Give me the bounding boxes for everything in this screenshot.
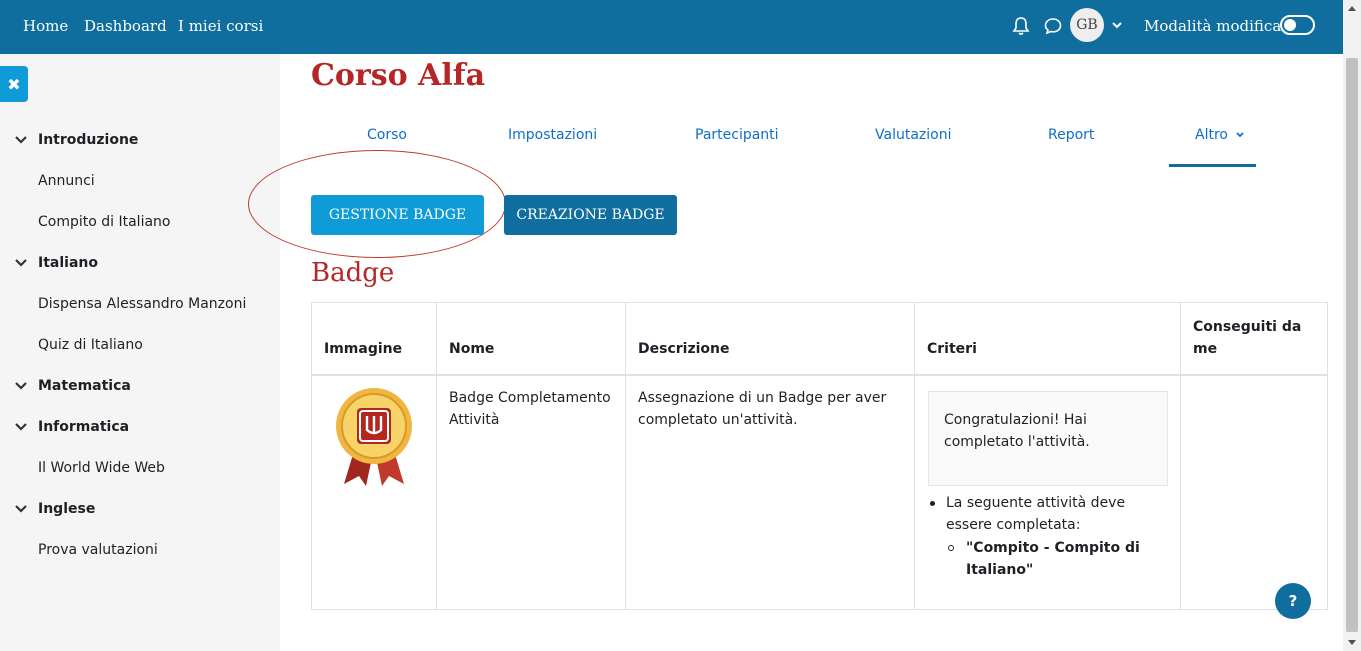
col-label: Criteri [927,341,977,357]
chevron-down-icon[interactable] [14,502,28,516]
tab-impostazioni[interactable]: Impostazioni [508,127,597,143]
page-scrollbar[interactable] [1343,0,1361,651]
course-index-sidebar: ✖ Introduzione Annunci Compito di Italia… [0,54,280,651]
badge-name-link[interactable]: Badge Completamento Attività [449,387,619,431]
list-item: "Compito - Compito di Italiano" [928,537,1148,581]
col-header-conseguiti: Conseguiti da me [1181,303,1327,374]
section-title: Informatica [38,419,130,435]
tab-partecipanti[interactable]: Partecipanti [695,127,779,143]
section-informatica[interactable]: Informatica [14,419,129,435]
section-introduzione[interactable]: Introduzione [14,132,138,148]
section-matematica[interactable]: Matematica [14,378,131,394]
chevron-down-icon[interactable] [1111,19,1123,31]
col-header-criteri: Criteri [915,303,1181,374]
criteria-list: La seguente attività deve essere complet… [928,492,1173,581]
bell-icon[interactable] [1012,16,1030,36]
tab-report[interactable]: Report [1048,127,1094,143]
active-tab-indicator [1169,164,1256,167]
nav-home-link[interactable]: Home [23,17,68,35]
bullet [930,501,935,506]
badges-table: Immagine Nome Descrizione Criteri Conseg… [311,302,1328,610]
manage-badges-button[interactable]: GESTIONE BADGE [311,195,484,235]
col-label: Conseguiti da me [1193,319,1302,357]
section-title: Introduzione [38,132,139,148]
sidebar-item-dispensa[interactable]: Dispensa Alessandro Manzoni [38,296,246,312]
sidebar-item-www[interactable]: Il World Wide Web [38,460,165,476]
scroll-thumb[interactable] [1346,58,1358,632]
avatar[interactable]: GB [1070,8,1104,42]
section-inglese[interactable]: Inglese [14,501,95,517]
criteria-rule: La seguente attività deve essere complet… [946,495,1126,533]
scroll-up-arrow[interactable] [1348,6,1356,11]
badge-description: Assegnazione di un Badge per aver comple… [638,390,887,428]
section-title: Italiano [38,255,98,271]
scroll-down-arrow[interactable] [1348,640,1356,645]
col-label: Nome [449,341,495,357]
sidebar-item-quiz[interactable]: Quiz di Italiano [38,337,143,353]
close-sidebar-button[interactable]: ✖ [0,66,28,102]
chevron-down-icon[interactable] [14,133,28,147]
toggle-knob [1284,19,1296,31]
col-label: Immagine [324,341,403,357]
edit-mode-toggle[interactable] [1280,15,1315,35]
nav-my-courses-link[interactable]: I miei corsi [178,17,263,35]
chevron-down-icon[interactable] [14,256,28,270]
col-label: Descrizione [638,341,730,357]
sidebar-item-compito-italiano[interactable]: Compito di Italiano [38,214,170,230]
chat-icon[interactable] [1044,17,1062,35]
tab-corso[interactable]: Corso [367,127,407,143]
criteria-activity: "Compito - Compito di Italiano" [966,540,1140,578]
sidebar-item-prova-valutazioni[interactable]: Prova valutazioni [38,542,158,558]
tab-altro[interactable]: Altro [1195,127,1245,143]
nav-dashboard-link[interactable]: Dashboard [84,17,167,35]
badge-image [324,386,424,486]
list-item: La seguente attività deve essere complet… [928,492,1173,536]
sidebar-item-annunci[interactable]: Annunci [38,173,95,189]
top-navbar: Home Dashboard I miei corsi GB Modalità … [0,0,1343,54]
criteria-message: Congratulazioni! Hai completato l'attivi… [944,412,1090,450]
tab-valutazioni[interactable]: Valutazioni [875,127,951,143]
edit-mode-label: Modalità modifica [1144,17,1282,35]
criteria-message-box: Congratulazioni! Hai completato l'attivi… [928,391,1168,486]
chevron-down-icon[interactable] [14,420,28,434]
bullet [948,545,954,551]
chevron-down-icon [1236,132,1245,138]
badges-heading: Badge [311,258,395,288]
col-header-descrizione: Descrizione [626,303,915,374]
help-button[interactable]: ? [1275,583,1311,619]
close-icon: ✖ [7,74,21,94]
chevron-down-icon[interactable] [14,379,28,393]
section-title: Matematica [38,378,131,394]
col-header-immagine: Immagine [312,303,437,374]
create-badge-button[interactable]: CREAZIONE BADGE [504,195,677,235]
page-title: Corso Alfa [311,58,486,93]
section-italiano[interactable]: Italiano [14,255,98,271]
section-title: Inglese [38,501,96,517]
col-header-nome: Nome [437,303,626,374]
tab-altro-label: Altro [1195,127,1228,143]
